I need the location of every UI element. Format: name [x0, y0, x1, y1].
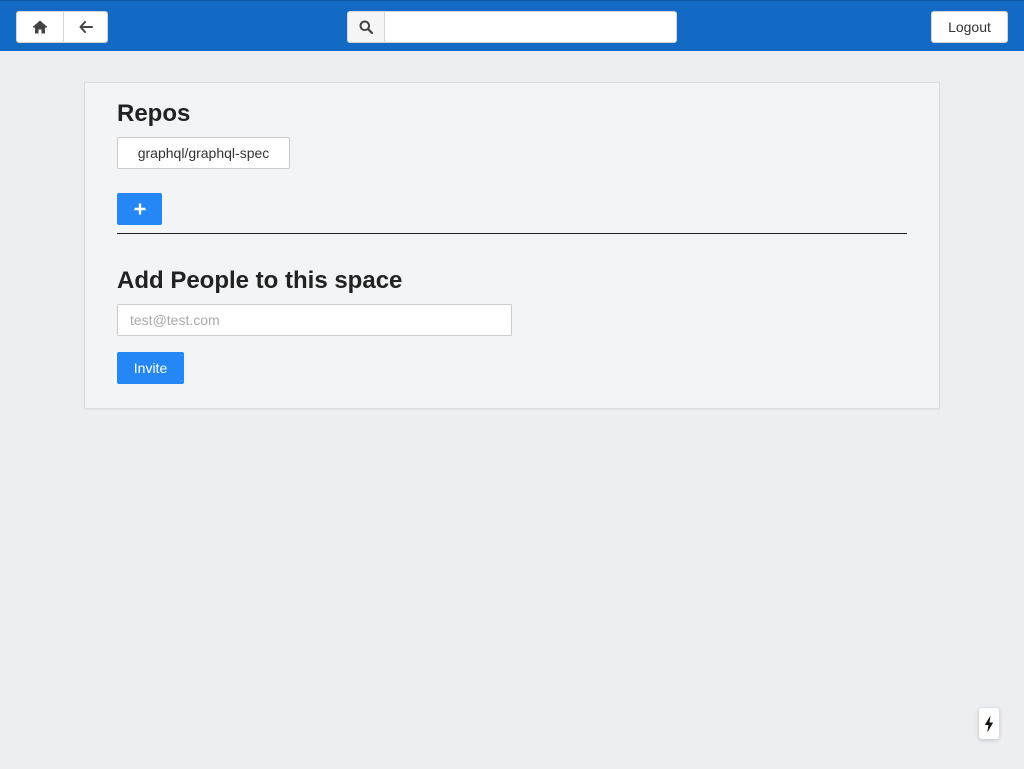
arrow-left-icon: [79, 21, 93, 33]
lightning-bolt-icon: [984, 715, 994, 732]
add-people-heading: Add People to this space: [117, 267, 403, 294]
invite-button[interactable]: Invite: [117, 352, 184, 384]
logout-button[interactable]: Logout: [931, 11, 1008, 43]
repos-heading: Repos: [117, 100, 191, 127]
add-repo-button[interactable]: [117, 193, 162, 225]
back-button[interactable]: [64, 11, 108, 43]
search-input[interactable]: [384, 11, 677, 43]
home-icon: [32, 20, 48, 34]
quick-action-button[interactable]: [979, 708, 999, 739]
email-field[interactable]: [117, 304, 512, 336]
repo-item[interactable]: graphql/graphql-spec: [117, 137, 290, 169]
search-button[interactable]: [347, 11, 385, 43]
space-settings-card: [84, 82, 940, 409]
search-icon: [359, 20, 373, 34]
logout-label: Logout: [948, 19, 991, 35]
repo-item-label: graphql/graphql-spec: [137, 145, 270, 161]
invite-label: Invite: [133, 360, 168, 376]
home-button[interactable]: [16, 11, 64, 43]
plus-icon: [134, 203, 145, 215]
section-divider: [117, 233, 907, 234]
top-navbar: Logout: [0, 0, 1024, 51]
